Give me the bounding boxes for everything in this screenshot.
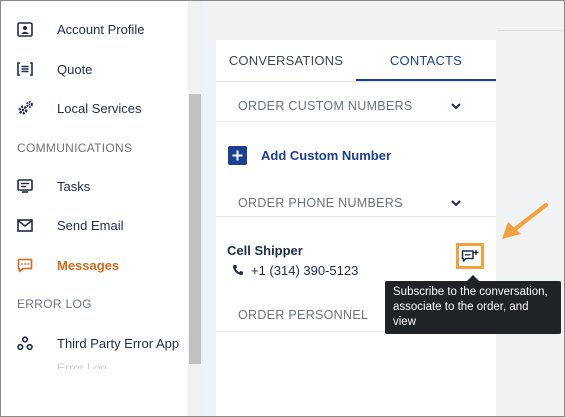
top-divider: [497, 30, 565, 31]
sidebar-item-label: Account Profile: [57, 21, 145, 37]
chevron-down-icon: [451, 200, 461, 207]
subscribe-tooltip: Subscribe to the conversation, associate…: [385, 275, 561, 334]
sidebar-item-label: Send Email: [57, 217, 124, 233]
section-title: ORDER PERSONNEL: [238, 308, 369, 322]
gears-icon: [16, 99, 34, 117]
chevron-down-icon: [451, 103, 461, 110]
sidebar-item-label: Third Party Error App: [57, 335, 180, 351]
order-phone-numbers-header[interactable]: ORDER PHONE NUMBERS: [216, 188, 496, 218]
section-title: ORDER PHONE NUMBERS: [238, 196, 403, 210]
contacts-panel: CONVERSATIONS CONTACTS ORDER CUSTOM NUMB…: [216, 40, 496, 417]
add-custom-number-button[interactable]: Add Custom Number: [228, 144, 391, 166]
subscribe-conversation-button[interactable]: [456, 243, 484, 269]
contact-name: Cell Shipper: [227, 243, 303, 258]
add-custom-number-label: Add Custom Number: [261, 147, 391, 163]
quote-icon: [16, 60, 34, 78]
tooltip-pointer: [467, 275, 479, 281]
sidebar: Account Profile Quote Local Services COM…: [0, 0, 188, 417]
tab-conversations[interactable]: CONVERSATIONS: [216, 40, 356, 81]
plus-icon: [228, 145, 247, 165]
sidebar-item-quote[interactable]: Quote: [0, 54, 188, 84]
chat-add-icon: [461, 250, 479, 262]
sidebar-item-tasks[interactable]: Tasks: [0, 171, 188, 201]
sidebar-item-account-profile[interactable]: Account Profile: [0, 14, 188, 44]
section-divider: [216, 216, 496, 217]
sidebar-item-label: Tasks: [57, 178, 91, 194]
sidebar-section-error-log: ERROR LOG: [17, 297, 92, 311]
sidebar-item-label: Quote: [57, 61, 93, 77]
sidebar-item-local-services[interactable]: Local Services: [0, 93, 188, 123]
sidebar-item-send-email[interactable]: Send Email: [0, 210, 188, 240]
tab-contacts[interactable]: CONTACTS: [356, 40, 496, 81]
sidebar-item-messages[interactable]: Messages: [0, 250, 188, 280]
section-divider: [216, 121, 496, 122]
account-profile-icon: [16, 20, 34, 38]
annotation-arrow-icon: [502, 203, 548, 239]
sidebar-item-third-party-error-app[interactable]: Third Party Error App: [0, 328, 188, 358]
sidebar-item-label: Messages: [57, 257, 120, 273]
section-title: ORDER CUSTOM NUMBERS: [238, 99, 413, 113]
email-icon: [16, 216, 34, 234]
contact-phone-number: +1 (314) 390-5123: [251, 262, 359, 278]
sidebar-scrollbar-thumb[interactable]: [189, 94, 201, 364]
phone-icon: [233, 265, 243, 275]
tab-divider: [216, 81, 496, 82]
sidebar-overflow-text: Error Log: [57, 361, 108, 369]
tooltip-text: Subscribe to the conversation, associate…: [393, 286, 548, 328]
error-app-icon: [16, 334, 34, 352]
tasks-icon: [16, 177, 34, 195]
contact-phone-row[interactable]: +1 (314) 390-5123: [232, 262, 358, 278]
sidebar-item-label: Local Services: [57, 100, 142, 116]
messages-icon: [16, 256, 34, 274]
sidebar-section-communications: COMMUNICATIONS: [17, 141, 133, 155]
order-custom-numbers-header[interactable]: ORDER CUSTOM NUMBERS: [216, 91, 496, 121]
